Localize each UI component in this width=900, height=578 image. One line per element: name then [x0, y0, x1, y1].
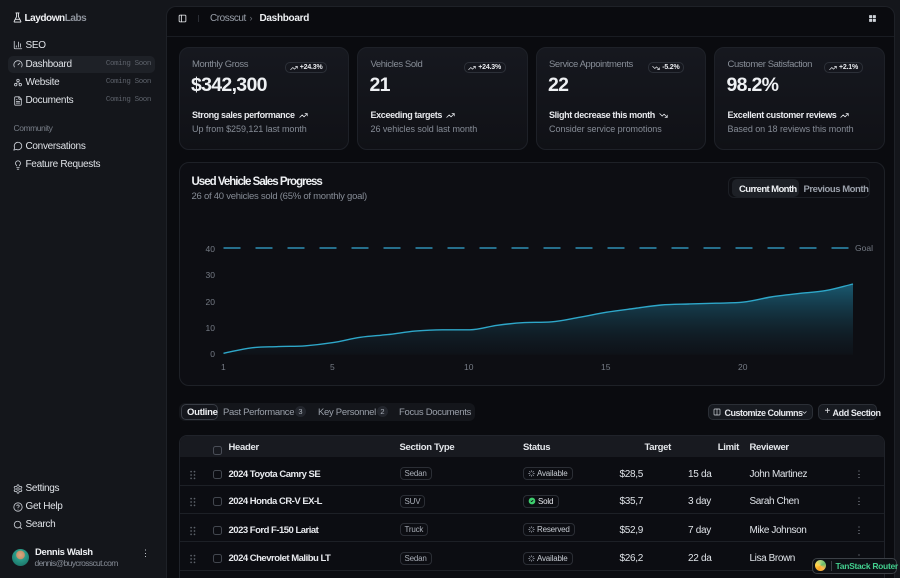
svg-text:Goal: Goal [855, 243, 873, 253]
